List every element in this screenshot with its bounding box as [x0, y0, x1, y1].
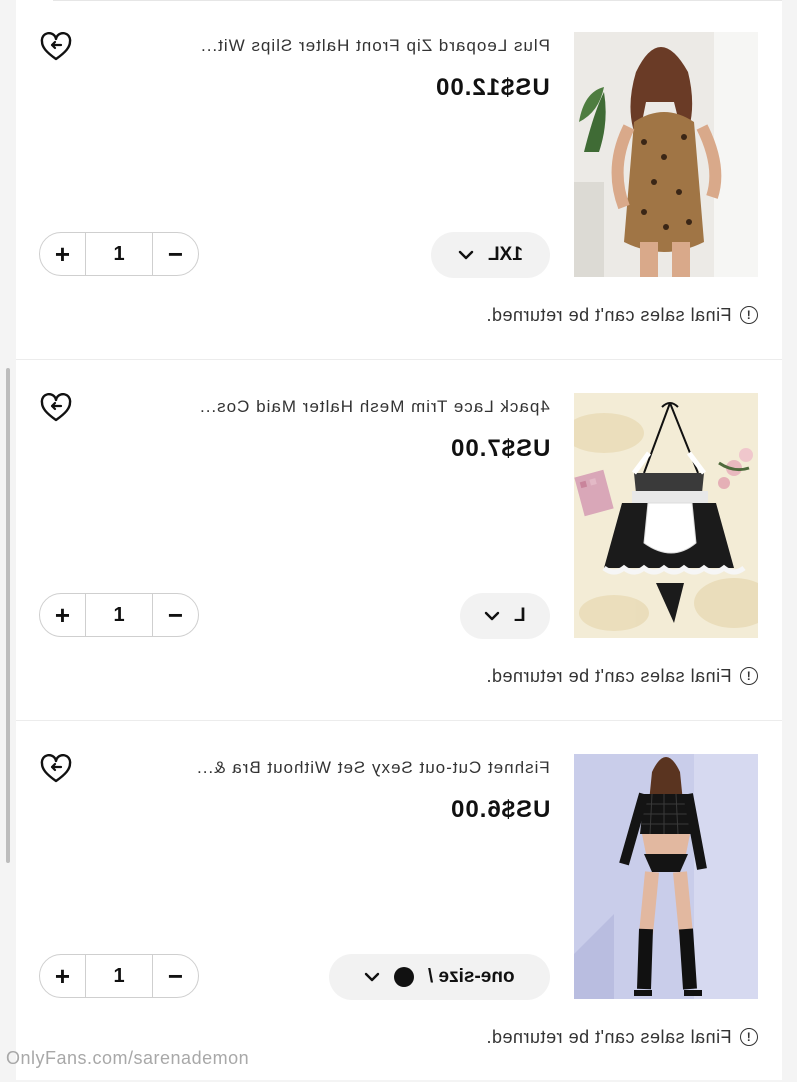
scrollbar[interactable] — [6, 368, 10, 863]
size-label: 1XL — [488, 244, 523, 265]
chevron-down-icon — [364, 972, 380, 982]
size-selector[interactable]: one-size / — [329, 954, 550, 1000]
quantity-stepper: + 1 − — [39, 954, 199, 998]
cart-item: 4pack Lace Trim Mesh Halter Maid Cos... … — [16, 361, 782, 721]
cart-item: Fishnet Cut-out Sexy Set Without Bra &..… — [16, 722, 782, 1082]
quantity-stepper: + 1 − — [39, 232, 199, 276]
decrease-quantity-button[interactable]: − — [153, 594, 198, 636]
quantity-stepper: + 1 − — [39, 593, 199, 637]
notice-text: Final sales can't be returned. — [486, 665, 732, 686]
divider — [16, 359, 782, 360]
product-image[interactable] — [574, 32, 758, 277]
add-to-wishlist-heart-icon[interactable] — [40, 753, 72, 784]
product-image[interactable] — [574, 393, 758, 638]
product-price: US$6.00 — [449, 796, 550, 823]
increase-quantity-button[interactable]: + — [40, 594, 85, 636]
final-sale-notice: Final sales can't be returned. ! — [486, 300, 758, 330]
divider — [16, 720, 782, 721]
size-selector[interactable]: 1XL — [431, 232, 550, 278]
final-sale-notice: Final sales can't be returned. ! — [486, 661, 758, 691]
cart-list: Plus Leopard Zip Front Halter Slips Wit.… — [16, 0, 782, 1080]
increase-quantity-button[interactable]: + — [40, 955, 85, 997]
notice-text: Final sales can't be returned. — [486, 1026, 732, 1047]
product-title[interactable]: Fishnet Cut-out Sexy Set Without Bra &..… — [102, 758, 550, 778]
info-icon: ! — [740, 667, 758, 685]
info-icon: ! — [740, 1028, 758, 1046]
add-to-wishlist-heart-icon[interactable] — [40, 392, 72, 423]
product-price: US$7.00 — [449, 435, 550, 462]
quantity-value[interactable]: 1 — [85, 233, 153, 275]
watermark: OnlyFans.com/sarenademon — [6, 1048, 250, 1068]
increase-quantity-button[interactable]: + — [40, 233, 85, 275]
quantity-value[interactable]: 1 — [85, 955, 153, 997]
final-sale-notice: Final sales can't be returned. ! — [486, 1022, 758, 1052]
size-selector[interactable]: L — [460, 593, 550, 639]
product-title[interactable]: Plus Leopard Zip Front Halter Slips Wit.… — [102, 36, 550, 56]
decrease-quantity-button[interactable]: − — [153, 955, 198, 997]
chevron-down-icon — [484, 611, 500, 621]
cart-item: Plus Leopard Zip Front Halter Slips Wit.… — [16, 0, 782, 360]
product-image[interactable] — [574, 754, 758, 999]
chevron-down-icon — [458, 250, 474, 260]
size-label: one-size / — [428, 966, 515, 987]
color-swatch — [394, 967, 415, 987]
decrease-quantity-button[interactable]: − — [153, 233, 198, 275]
product-price: US$12.00 — [435, 74, 550, 101]
product-title[interactable]: 4pack Lace Trim Mesh Halter Maid Cos... — [102, 397, 550, 417]
info-icon: ! — [740, 306, 758, 324]
size-label: L — [514, 605, 526, 626]
notice-text: Final sales can't be returned. — [486, 304, 732, 325]
add-to-wishlist-heart-icon[interactable] — [40, 31, 72, 62]
quantity-value[interactable]: 1 — [85, 594, 153, 636]
